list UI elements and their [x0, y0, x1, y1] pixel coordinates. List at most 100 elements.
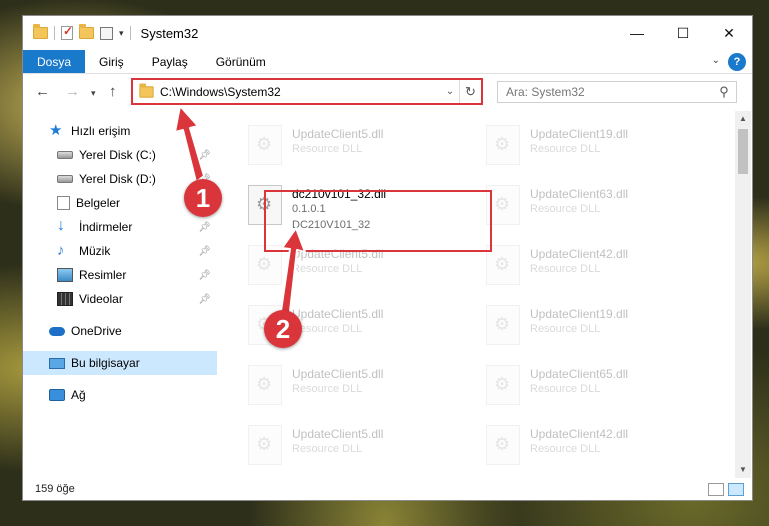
- scroll-down-icon[interactable]: ▼: [735, 462, 751, 478]
- new-folder-icon[interactable]: [79, 24, 94, 39]
- forward-arrow-icon[interactable]: →: [65, 83, 80, 100]
- item-count: 159 öğe: [35, 483, 75, 495]
- download-icon: ↓: [57, 217, 65, 234]
- file-name: UpdateClient5.dll: [292, 127, 384, 141]
- folder-icon: [33, 24, 48, 39]
- sidebar-item-label: Bu bilgisayar: [71, 356, 140, 370]
- list-item[interactable]: UpdateClient63.dll Resource DLL: [486, 181, 716, 231]
- file-type: Resource DLL: [292, 323, 363, 335]
- ribbon-tabs: Dosya Giriş Paylaş Görünüm ⌄ ?: [23, 50, 752, 74]
- file-name: UpdateClient65.dll: [530, 367, 629, 381]
- list-item[interactable]: UpdateClient19.dll Resource DLL: [486, 121, 716, 171]
- tab-file[interactable]: Dosya: [23, 50, 86, 73]
- file-name: UpdateClient5.dll: [292, 427, 384, 441]
- step-2-badge: 2: [264, 310, 302, 348]
- address-row: ← → ▾ ↑ C:\Windows\System32 ⌄ ↻ Ara: Sys…: [23, 75, 752, 109]
- sidebar-item-label: OneDrive: [71, 324, 122, 338]
- sidebar-item-disk-c[interactable]: Yerel Disk (C:) 📌︎: [23, 143, 217, 167]
- file-list: UpdateClient5.dll Resource DLL dc210v101…: [220, 111, 734, 476]
- file-name: UpdateClient19.dll: [530, 307, 629, 321]
- pin-icon[interactable]: 📌︎: [198, 270, 211, 281]
- pictures-icon: [57, 268, 73, 282]
- pin-icon[interactable]: 📌︎: [198, 150, 211, 161]
- sidebar-item-label: Videolar: [79, 292, 123, 306]
- navigation-pane: ★ Hızlı erişim Yerel Disk (C:) 📌︎ Yerel …: [23, 111, 217, 471]
- vertical-scrollbar[interactable]: ▲ ▼: [735, 111, 751, 478]
- file-type: Resource DLL: [530, 323, 601, 335]
- video-icon: [57, 292, 73, 306]
- file-name: UpdateClient19.dll: [530, 127, 629, 141]
- folder-icon: [139, 82, 154, 98]
- list-item[interactable]: UpdateClient42.dll Resource DLL: [486, 241, 716, 291]
- sidebar-item-quick-access[interactable]: ★ Hızlı erişim: [23, 119, 217, 143]
- dll-file-icon: [486, 305, 520, 345]
- file-type: Resource DLL: [292, 143, 363, 155]
- close-button[interactable]: ✕: [706, 16, 752, 50]
- recent-locations-icon[interactable]: ▾: [91, 88, 96, 99]
- large-icons-view-icon[interactable]: [728, 483, 744, 496]
- minimize-button[interactable]: —: [614, 16, 660, 50]
- window-title: System32: [140, 25, 199, 41]
- address-bar[interactable]: C:\Windows\System32 ⌄ ↻: [131, 78, 483, 105]
- explorer-window: ▾ System32 — ☐ ✕ Dosya Giriş Paylaş Görü…: [22, 15, 753, 501]
- disk-icon: [57, 175, 73, 183]
- maximize-button[interactable]: ☐: [660, 16, 706, 50]
- list-item[interactable]: UpdateClient5.dll Resource DLL: [248, 421, 478, 471]
- list-item[interactable]: UpdateClient19.dll Resource DLL: [486, 301, 716, 351]
- network-icon: [49, 389, 65, 401]
- expand-ribbon-icon[interactable]: ⌄: [712, 55, 720, 66]
- details-view-icon[interactable]: [708, 483, 724, 496]
- file-name: UpdateClient42.dll: [530, 247, 629, 261]
- separator: [129, 26, 131, 40]
- refresh-icon[interactable]: ↻: [459, 80, 481, 103]
- file-type: Resource DLL: [292, 443, 363, 455]
- dll-file-icon: [486, 425, 520, 465]
- document-icon: [57, 196, 70, 210]
- cloud-icon: [49, 326, 65, 336]
- dll-file-icon: [248, 125, 282, 165]
- file-name: UpdateClient63.dll: [530, 187, 629, 201]
- scroll-up-icon[interactable]: ▲: [735, 111, 751, 127]
- pin-icon[interactable]: 📌︎: [198, 246, 211, 257]
- customize-toolbar-icon[interactable]: [100, 26, 113, 40]
- scroll-thumb[interactable]: [738, 129, 748, 174]
- file-name: UpdateClient5.dll: [292, 367, 384, 381]
- sidebar-item-music[interactable]: ♪ Müzik 📌︎: [23, 239, 217, 263]
- list-item[interactable]: UpdateClient42.dll Resource DLL: [486, 421, 716, 471]
- star-icon: ★: [49, 122, 63, 139]
- file-type: Resource DLL: [530, 203, 601, 215]
- search-input[interactable]: Ara: System32 ⚲: [497, 81, 737, 103]
- list-item[interactable]: UpdateClient5.dll Resource DLL: [248, 361, 478, 411]
- back-arrow-icon[interactable]: ←: [35, 83, 50, 100]
- tab-share[interactable]: Paylaş: [138, 50, 202, 73]
- computer-icon: [49, 357, 65, 369]
- sidebar-item-this-pc[interactable]: Bu bilgisayar: [23, 351, 217, 375]
- sidebar-item-label: Belgeler: [76, 196, 121, 210]
- sidebar-item-downloads[interactable]: ↓ İndirmeler 📌︎: [23, 215, 217, 239]
- sidebar-item-network[interactable]: Ağ: [23, 383, 217, 407]
- tab-home[interactable]: Giriş: [85, 50, 138, 73]
- file-type: Resource DLL: [530, 263, 601, 275]
- sidebar-item-videos[interactable]: Videolar 📌︎: [23, 287, 217, 311]
- pin-icon[interactable]: 📌︎: [198, 222, 211, 233]
- sidebar-item-label: Ağ: [71, 388, 86, 402]
- list-item[interactable]: UpdateClient5.dll Resource DLL: [248, 121, 478, 171]
- status-bar: 159 öğe: [23, 478, 752, 500]
- chevron-down-icon[interactable]: ▾: [119, 28, 124, 39]
- sidebar-item-label: Müzik: [79, 244, 111, 258]
- properties-check-icon[interactable]: [61, 24, 73, 40]
- help-icon[interactable]: ?: [728, 53, 746, 71]
- quick-access-toolbar: ▾: [33, 24, 131, 40]
- music-icon: ♪: [57, 242, 65, 259]
- tab-view[interactable]: Görünüm: [202, 50, 280, 73]
- up-arrow-icon[interactable]: ↑: [109, 83, 117, 100]
- highlight-box: [264, 190, 492, 252]
- chevron-down-icon[interactable]: ⌄: [441, 86, 459, 97]
- file-name: UpdateClient5.dll: [292, 307, 384, 321]
- address-path[interactable]: C:\Windows\System32: [160, 85, 441, 99]
- sidebar-item-pictures[interactable]: Resimler 📌︎: [23, 263, 217, 287]
- pin-icon[interactable]: 📌︎: [198, 294, 211, 305]
- search-icon[interactable]: ⚲: [712, 84, 736, 100]
- list-item[interactable]: UpdateClient65.dll Resource DLL: [486, 361, 716, 411]
- sidebar-item-onedrive[interactable]: OneDrive: [23, 319, 217, 343]
